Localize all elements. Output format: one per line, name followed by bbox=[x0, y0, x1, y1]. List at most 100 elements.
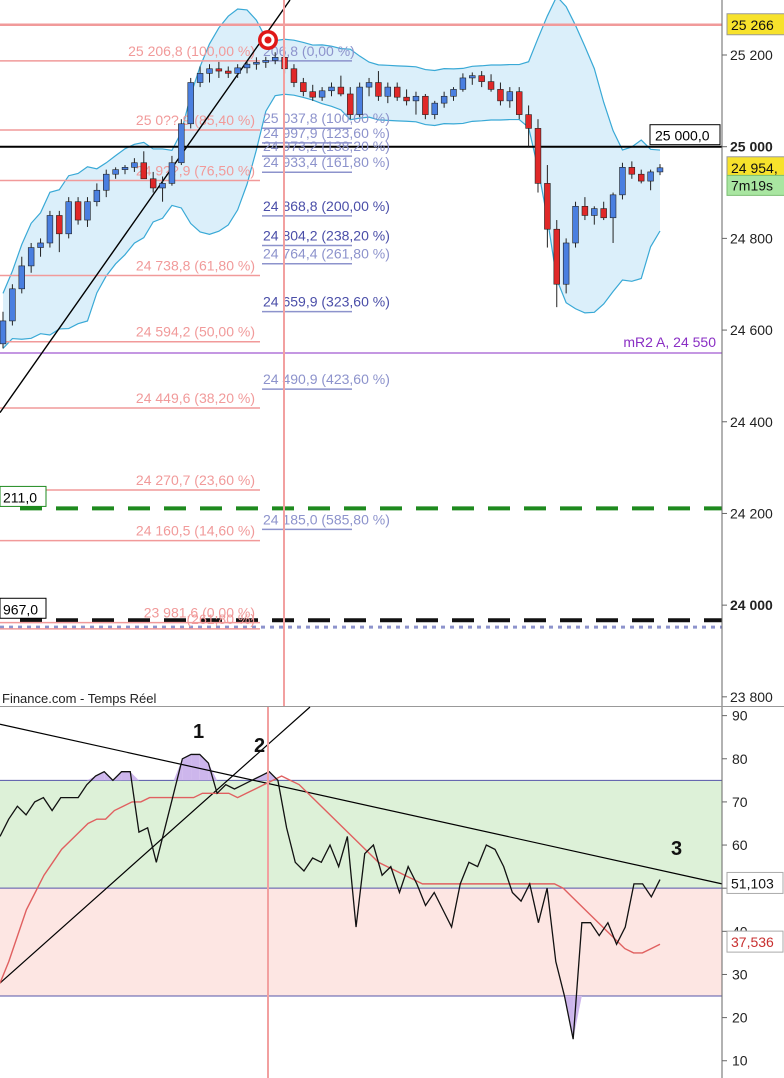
candle-body bbox=[168, 162, 176, 184]
candle-body bbox=[206, 68, 213, 74]
candle-body bbox=[74, 201, 82, 221]
rsi-lower-zone bbox=[0, 888, 722, 997]
candle-body bbox=[309, 91, 316, 98]
candle-body bbox=[469, 75, 476, 79]
candle-body bbox=[178, 123, 185, 164]
wave-label-2: 2 bbox=[254, 735, 265, 757]
fib-blue-label: 206,8 (0,00 %) bbox=[263, 43, 355, 59]
candle-body bbox=[337, 86, 345, 95]
candle-body bbox=[497, 89, 504, 102]
fib-red-label: 24 594,2 (50,00 %) bbox=[136, 324, 255, 340]
candle-body bbox=[328, 86, 335, 92]
candle-body bbox=[619, 167, 626, 196]
fib-blue-label: 24 185,0 (585,80 %) bbox=[263, 511, 390, 527]
candle-body bbox=[262, 60, 270, 63]
rsi-overbought-shade bbox=[121, 771, 131, 781]
candle-body bbox=[27, 247, 35, 267]
candle-body bbox=[600, 208, 607, 219]
fib-blue-label: 25 037,8 (100,00 %) bbox=[263, 110, 390, 126]
price-tag: 25 266 bbox=[731, 17, 774, 33]
price-panel: 25 206,8 (100,00 %) 25 0??,9 (85,40 %) 24 … bbox=[0, 0, 784, 707]
candle-body bbox=[290, 68, 298, 83]
candle-body bbox=[0, 320, 7, 345]
candle-body bbox=[18, 265, 25, 290]
wave-label-3: 3 bbox=[671, 838, 682, 860]
candle-body bbox=[9, 288, 16, 322]
candle-body bbox=[393, 86, 401, 98]
candle-body bbox=[638, 173, 645, 182]
candle-body bbox=[121, 167, 129, 170]
candle-body bbox=[234, 67, 241, 74]
candle-body bbox=[403, 96, 410, 102]
rsi-upper-zone bbox=[0, 780, 722, 889]
fib-blue-label: 24 804,2 (238,20 %) bbox=[263, 227, 390, 243]
candle-body bbox=[347, 93, 354, 115]
countdown-tag: 7m19s bbox=[731, 177, 773, 193]
rsi-panel: 12390807060504030201051,10337,536 bbox=[0, 706, 784, 1078]
price-tick-label: 24 000 bbox=[730, 597, 773, 613]
fib-red-label: 24 9??,9 (76,50 %) bbox=[136, 162, 255, 178]
candle-body bbox=[56, 215, 63, 235]
candle-body bbox=[84, 201, 91, 221]
price-tick-label: 24 200 bbox=[730, 505, 773, 521]
candle-body bbox=[365, 82, 373, 88]
level-tag: 25 000,0 bbox=[655, 128, 710, 144]
candle-body bbox=[375, 82, 382, 97]
candle-body bbox=[440, 95, 448, 104]
fib-blue-label: 24 933,4 (161,80 %) bbox=[263, 154, 390, 170]
candle-body bbox=[478, 75, 485, 82]
candle-body bbox=[459, 77, 467, 90]
candle-body bbox=[37, 242, 44, 248]
candle-body bbox=[656, 167, 664, 173]
pivot-label: mR2 A, 24 550 bbox=[623, 334, 716, 350]
price-tag: 24 954, bbox=[731, 160, 778, 176]
candle-body bbox=[628, 167, 636, 175]
fib-red-label: 24 449,6 (38,20 %) bbox=[136, 390, 255, 406]
rsi-tick-label: 20 bbox=[732, 1010, 748, 1026]
candle-body bbox=[356, 86, 363, 115]
candle-body bbox=[534, 128, 542, 184]
fib-blue-label: 24 764,4 (261,80 %) bbox=[263, 246, 390, 262]
candle-body bbox=[544, 183, 551, 230]
candle-body bbox=[412, 95, 420, 102]
candle-body bbox=[140, 162, 147, 180]
candle-body bbox=[516, 91, 523, 115]
candle-body bbox=[93, 189, 101, 203]
candle-body bbox=[187, 82, 194, 125]
price-tick-label: 24 800 bbox=[730, 230, 773, 246]
candle-body bbox=[450, 89, 457, 97]
price-tick-label: 24 400 bbox=[730, 414, 773, 430]
candle-body bbox=[196, 73, 204, 83]
candle-body bbox=[525, 114, 532, 129]
wave-label-1: 1 bbox=[193, 721, 204, 743]
trading-chart: 25 206,8 (100,00 %) 25 0??,9 (85,40 %) 24 … bbox=[0, 0, 784, 1078]
candle-body bbox=[609, 194, 617, 219]
rsi-tick-label: 80 bbox=[732, 751, 748, 767]
candle-body bbox=[225, 70, 232, 74]
candle-body bbox=[112, 169, 119, 175]
candle-body bbox=[422, 95, 429, 115]
candle-body bbox=[243, 63, 251, 69]
candle-body bbox=[159, 183, 166, 189]
rsi-tick-label: 90 bbox=[732, 708, 748, 724]
candle-body bbox=[553, 228, 560, 285]
candle-body bbox=[591, 208, 598, 216]
candle-body bbox=[271, 57, 279, 61]
fib-blue-label: 24 973,2 (138,20 %) bbox=[263, 138, 390, 154]
fib-red-label: 24 160,5 (14,60 %) bbox=[136, 523, 255, 539]
candle-body bbox=[572, 205, 579, 244]
candle-body bbox=[131, 162, 138, 168]
candle-body bbox=[431, 102, 438, 115]
candle-body bbox=[487, 81, 495, 90]
rsi-tick-label: 10 bbox=[732, 1053, 748, 1069]
candle-body bbox=[647, 171, 654, 182]
price-tick-label: 23 800 bbox=[730, 689, 773, 705]
left-level-tag: 211,0 bbox=[3, 489, 37, 505]
fib-red-label: 25 206,8 (100,00 %) bbox=[128, 43, 255, 59]
candle-body bbox=[103, 173, 110, 191]
rsi-value-tag: 51,103 bbox=[731, 875, 774, 891]
fib-red-label: (261,80 %) bbox=[187, 611, 255, 627]
candle-body bbox=[149, 178, 157, 189]
source-label: Finance.com - Temps Réel bbox=[2, 691, 156, 706]
candle-body bbox=[581, 205, 589, 216]
